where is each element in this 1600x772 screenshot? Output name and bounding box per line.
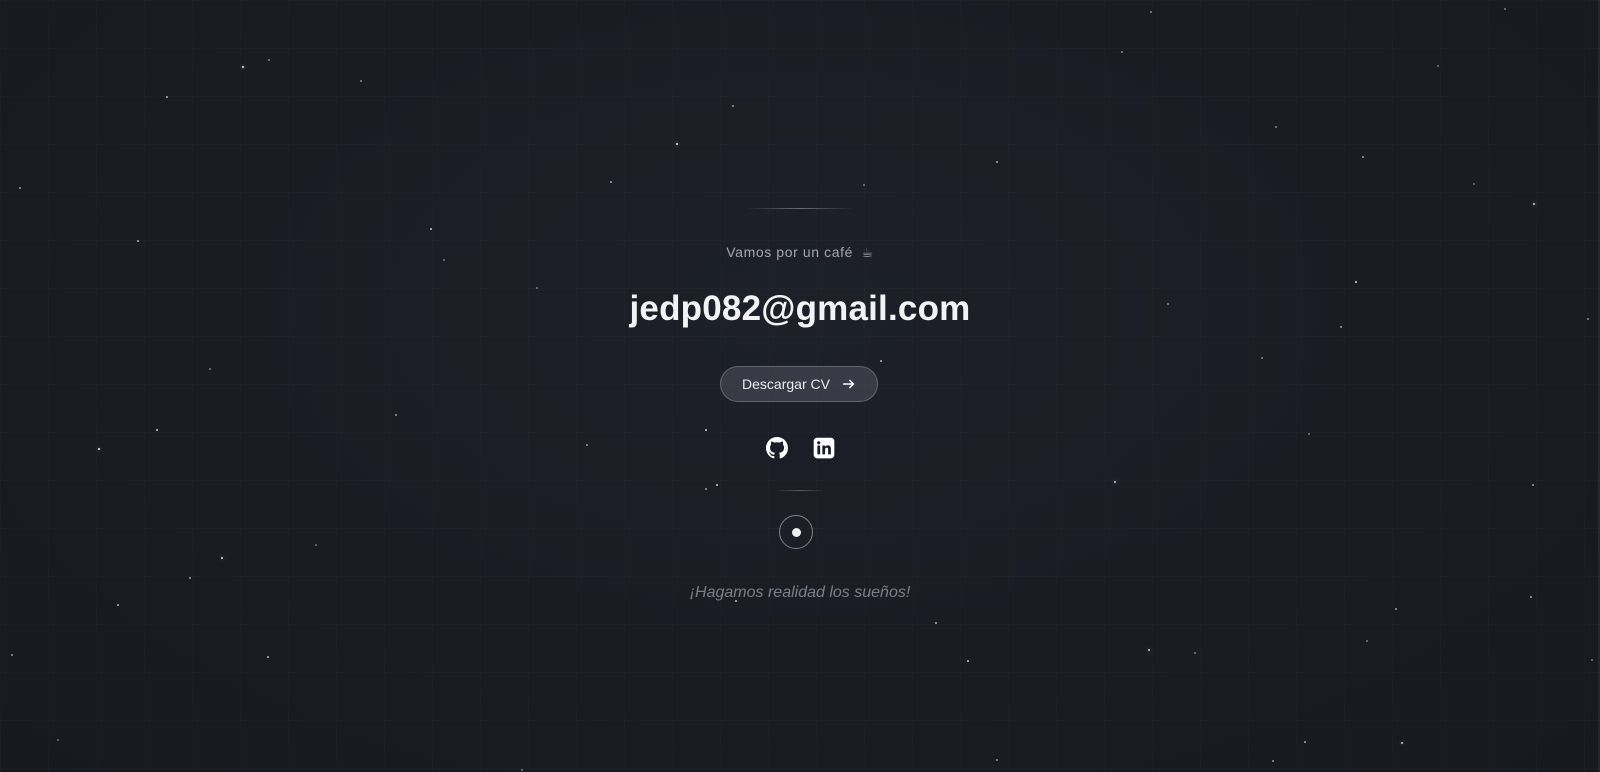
github-icon [765,436,788,458]
linkedin-icon [813,437,834,458]
linkedin-link[interactable] [812,436,835,459]
top-divider [745,208,855,209]
tagline-text: Vamos por un café [726,244,853,260]
closing-message: ¡Hagamos realidad los sueños! [689,584,911,601]
arrow-right-icon [842,379,855,389]
download-cv-button[interactable]: Descargar CV [720,366,878,402]
contact-section: Vamos por un café ☕ jedp082@gmail.com De… [0,0,1600,772]
middle-divider [775,490,825,491]
email-address[interactable]: jedp082@gmail.com [0,289,1600,329]
github-link[interactable] [765,436,788,459]
tagline: Vamos por un café ☕ [0,244,1600,261]
social-links [0,436,1600,459]
scroll-indicator [779,515,813,549]
download-cv-label: Descargar CV [742,376,830,392]
coffee-cup-icon: ☕ [861,245,874,260]
indicator-dot [791,527,801,537]
